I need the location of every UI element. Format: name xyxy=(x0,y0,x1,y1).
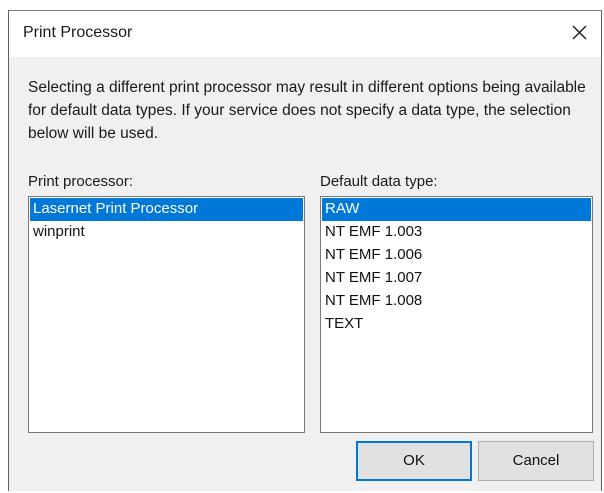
print-processor-dialog: Print Processor Selecting a different pr… xyxy=(8,10,602,491)
default-data-type-label: Default data type: xyxy=(320,173,438,190)
dialog-title: Print Processor xyxy=(23,24,133,41)
print-processor-item[interactable]: Lasernet Print Processor xyxy=(30,198,303,221)
close-button[interactable] xyxy=(563,16,597,50)
description-text: Selecting a different print processor ma… xyxy=(28,79,586,142)
print-processor-item[interactable]: winprint xyxy=(30,221,303,244)
print-processor-label: Print processor: xyxy=(28,173,134,190)
data-type-item[interactable]: NT EMF 1.003 xyxy=(322,221,591,244)
data-type-item[interactable]: TEXT xyxy=(322,313,591,336)
title-bar: Print Processor xyxy=(9,11,601,57)
data-type-item[interactable]: RAW xyxy=(322,198,591,221)
cancel-button[interactable]: Cancel xyxy=(478,441,594,481)
data-type-item[interactable]: NT EMF 1.006 xyxy=(322,244,591,267)
close-icon xyxy=(572,25,587,40)
ok-button[interactable]: OK xyxy=(356,441,472,481)
print-processor-list[interactable]: Lasernet Print Processor winprint xyxy=(28,196,305,433)
default-data-type-list[interactable]: RAW NT EMF 1.003 NT EMF 1.006 NT EMF 1.007 N… xyxy=(320,196,593,433)
data-type-item[interactable]: NT EMF 1.007 xyxy=(322,267,591,290)
data-type-item[interactable]: NT EMF 1.008 xyxy=(322,290,591,313)
